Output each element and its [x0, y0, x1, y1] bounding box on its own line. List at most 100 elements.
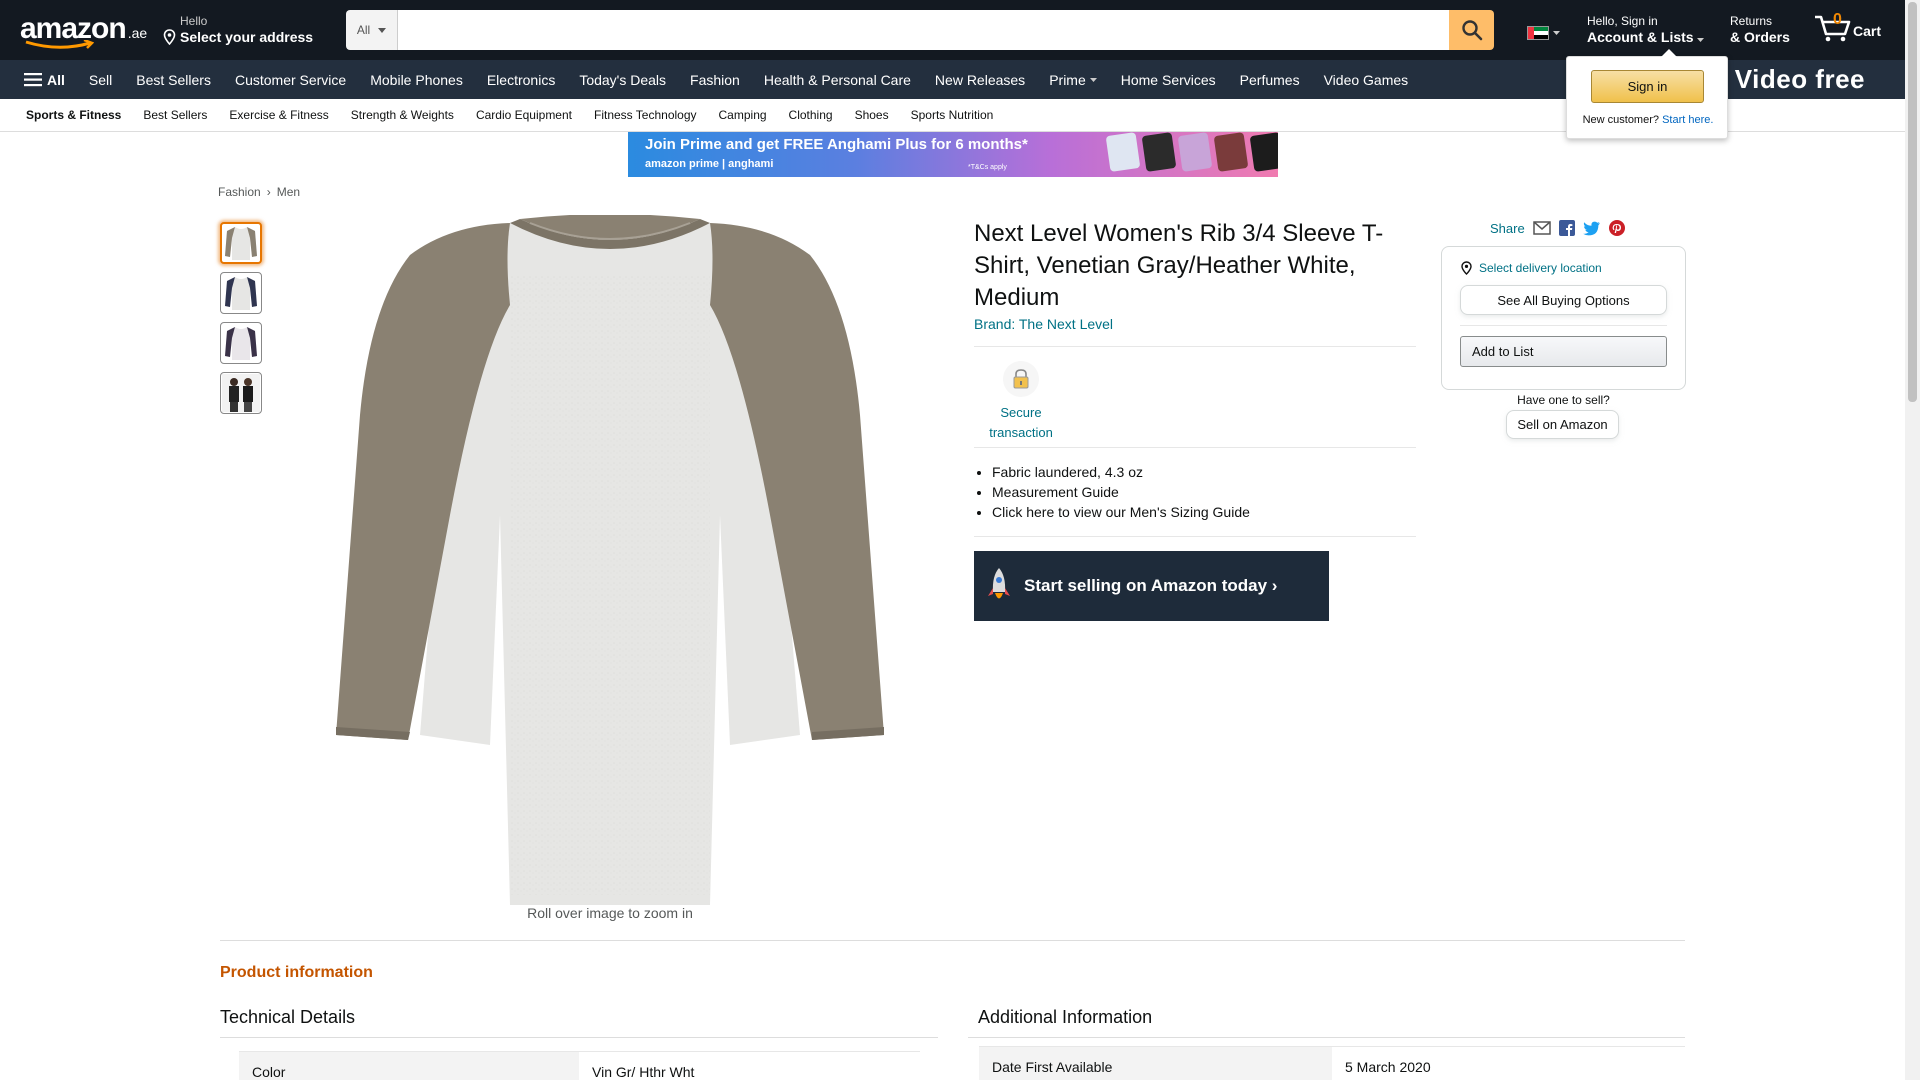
start-selling-banner[interactable]: Start selling on Amazon today ›: [974, 551, 1329, 621]
sell-on-amazon-button[interactable]: Sell on Amazon: [1506, 410, 1619, 439]
subnav-clothing[interactable]: Clothing: [778, 108, 844, 122]
breadcrumb: Fashion › Men: [218, 185, 300, 199]
location-pin-icon: [1461, 261, 1472, 275]
account-lists-row: Account & Lists: [1587, 28, 1705, 46]
rocket-icon: [988, 568, 1010, 599]
breadcrumb-fashion[interactable]: Fashion: [218, 185, 261, 199]
search-input[interactable]: [398, 10, 1449, 50]
nav-item-sell[interactable]: Sell: [77, 72, 124, 88]
secure-transaction-badge[interactable]: Secure transaction: [974, 361, 1068, 443]
thumbnail-1[interactable]: [220, 222, 262, 264]
subnav-camping[interactable]: Camping: [708, 108, 778, 122]
sign-in-button[interactable]: Sign in: [1591, 70, 1704, 103]
language-selector[interactable]: [1527, 26, 1560, 40]
twitter-share-icon[interactable]: [1582, 221, 1601, 236]
subnav-cardio-equipment[interactable]: Cardio Equipment: [465, 108, 583, 122]
account-greeting: Hello, Sign in: [1587, 14, 1658, 28]
banner-terms: *T&Cs apply: [968, 164, 1007, 171]
image-thumbnails: [220, 222, 264, 422]
nav-item-video-games[interactable]: Video Games: [1312, 72, 1421, 88]
additional-information-heading: Additional Information: [978, 1007, 1153, 1027]
all-menu-button[interactable]: All: [0, 60, 77, 99]
deliver-hello: Hello: [180, 14, 208, 28]
deliver-address-text: Select your address: [180, 29, 314, 45]
album-art-image: [1105, 132, 1141, 172]
cart-count: 0: [1833, 11, 1842, 28]
location-pin-icon: [163, 29, 176, 45]
prime-anghami-banner[interactable]: Join Prime and get FREE Anghami Plus for…: [628, 132, 1278, 177]
table-row: Color Vin Gr/ Hthr Wht: [239, 1051, 920, 1080]
have-one-to-sell-label: Have one to sell?: [1517, 393, 1610, 407]
all-menu-label: All: [47, 71, 65, 88]
subnav-best-sellers[interactable]: Best Sellers: [132, 108, 218, 122]
add-to-list-button[interactable]: Add to List: [1460, 336, 1667, 367]
cart-label: Cart: [1853, 23, 1882, 39]
nav-item-electronics[interactable]: Electronics: [475, 72, 567, 88]
nav-item-prime[interactable]: Prime: [1037, 72, 1109, 88]
bullet-item: Fabric laundered, 4.3 oz: [992, 462, 1416, 482]
subnav-fitness-technology[interactable]: Fitness Technology: [583, 108, 708, 122]
logo-smile-icon: [25, 40, 94, 49]
album-art-image: [1141, 132, 1177, 172]
hamburger-menu-icon: [24, 73, 42, 87]
table-row: Date First Available 5 March 2020: [979, 1046, 1685, 1080]
thumbnail-2[interactable]: [220, 272, 262, 314]
account-and-lists[interactable]: Hello, Sign in Account & Lists: [1587, 14, 1705, 46]
subnav-sports-fitness[interactable]: Sports & Fitness: [0, 108, 132, 122]
deliver-address-row: Select your address: [162, 28, 322, 46]
tech-value-color: Vin Gr/ Hthr Wht: [579, 1051, 920, 1080]
subnav-shoes[interactable]: Shoes: [844, 108, 900, 122]
secure-label-1: Secure: [1000, 405, 1042, 420]
subnav-sports-nutrition[interactable]: Sports Nutrition: [900, 108, 1005, 122]
search-button[interactable]: [1449, 10, 1494, 50]
cart-button[interactable]: 0 Cart: [1813, 11, 1882, 42]
amazon-logo[interactable]: amazon .ae: [20, 12, 147, 49]
pinterest-share-icon[interactable]: [1608, 220, 1625, 236]
secure-label-2: transaction: [989, 425, 1053, 440]
returns-and-orders[interactable]: Returns & Orders: [1730, 14, 1790, 46]
page-scrollbar[interactable]: [1905, 0, 1920, 1080]
search-category-dropdown[interactable]: All: [346, 10, 398, 50]
product-details-column: Next Level Women's Rib 3/4 Sleeve T-Shir…: [974, 218, 1416, 621]
email-share-icon[interactable]: [1532, 221, 1551, 235]
subnav-strength-weights[interactable]: Strength & Weights: [340, 108, 465, 122]
nav-item-mobile-phones[interactable]: Mobile Phones: [358, 72, 475, 88]
chevron-right-icon: ›: [266, 185, 271, 199]
nav-item-fashion[interactable]: Fashion: [678, 72, 752, 88]
brand-link[interactable]: Brand: The Next Level: [974, 316, 1416, 332]
uae-flag-icon: [1527, 26, 1549, 40]
scrollbar-thumb[interactable]: [1908, 2, 1917, 402]
nav-item-home-services[interactable]: Home Services: [1109, 72, 1228, 88]
nav-item-todays-deals[interactable]: Today's Deals: [567, 72, 678, 88]
facebook-share-icon[interactable]: [1558, 220, 1575, 236]
thumbnail-4[interactable]: [220, 372, 262, 414]
start-here-link[interactable]: Start here.: [1662, 114, 1713, 126]
select-delivery-location[interactable]: Select delivery location: [1460, 261, 1667, 275]
new-customer-label: New customer?: [1582, 114, 1659, 126]
thumbnail-3[interactable]: [220, 322, 262, 364]
divider: [974, 346, 1416, 347]
divider: [220, 1037, 938, 1038]
breadcrumb-men[interactable]: Men: [277, 185, 300, 199]
nav-item-new-releases[interactable]: New Releases: [923, 72, 1037, 88]
subnav-exercise-fitness[interactable]: Exercise & Fitness: [218, 108, 339, 122]
deliver-to-address[interactable]: Hello Select your address: [162, 14, 322, 48]
caret-down-icon: [378, 27, 387, 33]
tshirt-thumbnail-image: [225, 227, 257, 260]
bullet-item: Measurement Guide: [992, 482, 1416, 502]
nav-item-best-sellers[interactable]: Best Sellers: [124, 72, 223, 88]
sign-in-flyout: Sign in New customer? Start here.: [1566, 49, 1728, 139]
nav-item-perfumes[interactable]: Perfumes: [1228, 72, 1312, 88]
divider: [974, 536, 1416, 537]
nav-item-health-personal-care[interactable]: Health & Personal Care: [752, 72, 923, 88]
divider: [1460, 325, 1667, 326]
divider: [968, 1037, 1685, 1038]
see-all-buying-options-button[interactable]: See All Buying Options: [1460, 285, 1667, 315]
feature-bullets: Fabric laundered, 4.3 oz Measurement Gui…: [974, 462, 1416, 522]
nav-item-customer-service[interactable]: Customer Service: [223, 72, 358, 88]
lock-icon: [1003, 361, 1039, 397]
banner-brands: amazon prime | anghami: [645, 158, 774, 170]
tshirt-thumbnail-image: [225, 327, 257, 360]
top-navigation-bar: amazon.ae Hello Select your address All: [0, 0, 1905, 60]
product-main-image[interactable]: [330, 215, 890, 905]
